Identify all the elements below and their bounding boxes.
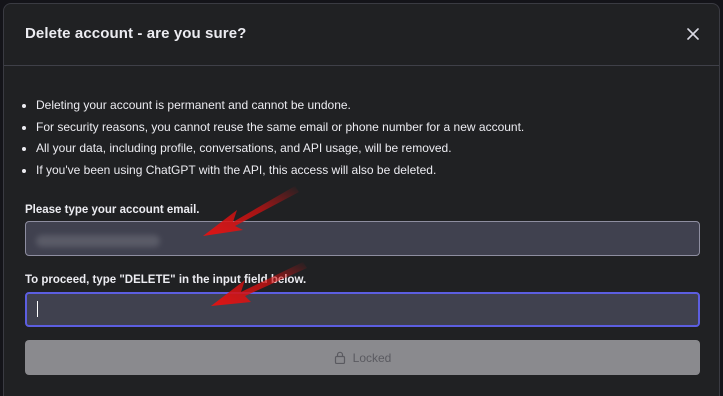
lock-icon xyxy=(334,351,345,364)
bullet-icon xyxy=(22,104,26,108)
warning-text: For security reasons, you cannot reuse t… xyxy=(36,119,525,134)
delete-account-dialog: Delete account - are you sure? Deleting … xyxy=(3,3,720,396)
bullet-icon xyxy=(22,147,26,151)
warning-item: Deleting your account is permanent and c… xyxy=(22,95,524,117)
warning-item: For security reasons, you cannot reuse t… xyxy=(22,117,524,139)
locked-delete-button[interactable]: Locked xyxy=(25,340,700,375)
dialog-header: Delete account - are you sure? xyxy=(4,4,719,66)
locked-button-label: Locked xyxy=(352,350,392,365)
warning-text: All your data, including profile, conver… xyxy=(36,141,452,155)
warning-list: Deleting your account is permanent and c… xyxy=(22,95,524,181)
bullet-icon xyxy=(22,168,26,173)
bullet-icon xyxy=(22,125,26,130)
dialog-title: Delete account - are you sure? xyxy=(25,25,247,42)
warning-item: If you've been using ChatGPT with the AP… xyxy=(22,160,524,182)
confirm-field-label: To proceed, type "DELETE" in the input f… xyxy=(25,274,307,286)
warning-item: All your data, including profile, conver… xyxy=(22,138,524,160)
warning-text: If you've been using ChatGPT with the AP… xyxy=(36,162,437,177)
email-field-label: Please type your account email. xyxy=(25,204,200,216)
text-caret xyxy=(37,301,38,317)
redacted-email-value xyxy=(36,235,160,247)
close-icon xyxy=(687,28,699,40)
warning-text: Deleting your account is permanent and c… xyxy=(36,98,351,112)
close-button[interactable] xyxy=(682,23,704,45)
delete-confirmation-input[interactable] xyxy=(25,292,700,327)
